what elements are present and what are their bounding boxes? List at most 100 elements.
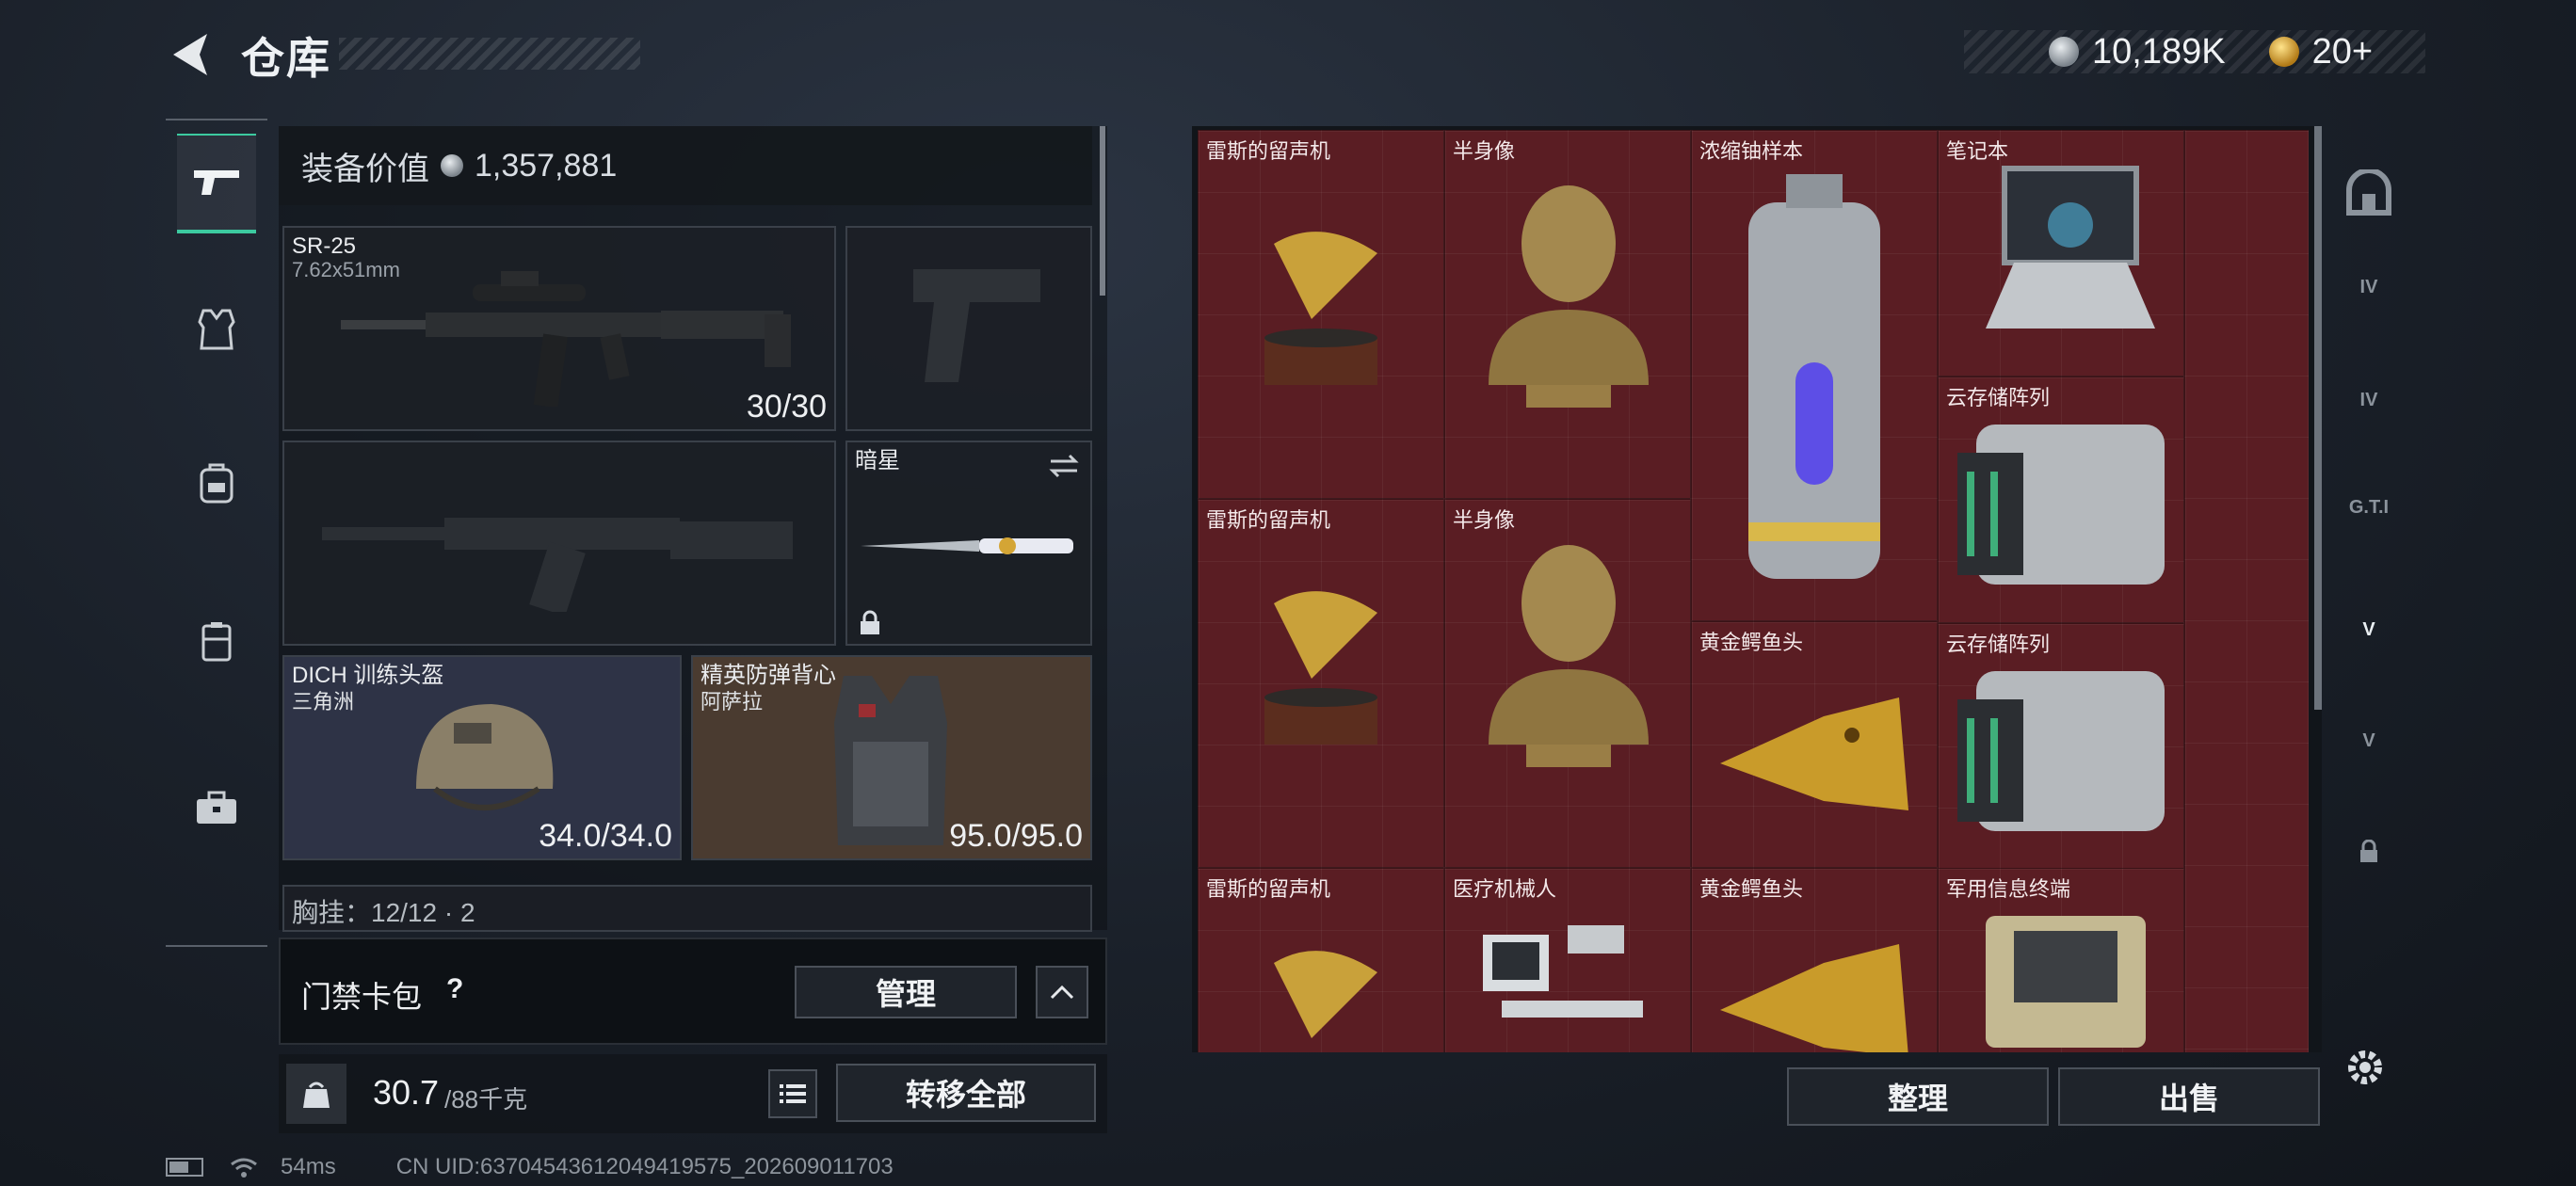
- tab-gti[interactable]: G.T.I: [2331, 465, 2407, 550]
- tab-label: V: [2362, 618, 2375, 640]
- storage-array-icon: [1957, 671, 2165, 831]
- equipment-value-bar: 装备价值 1,357,881: [279, 126, 1092, 205]
- storage-array-icon: [1957, 425, 2165, 585]
- silver-coin-icon: [2049, 37, 2079, 67]
- item-label: 黄金鳄鱼头: [1699, 631, 1804, 654]
- nav-armor[interactable]: [177, 282, 256, 377]
- stash-empty-space[interactable]: [2184, 130, 2309, 1052]
- item-label: 黄金鳄鱼头: [1699, 877, 1804, 901]
- tab-label: V: [2362, 729, 2375, 751]
- currency-secondary[interactable]: 20+: [2312, 32, 2373, 72]
- sell-button[interactable]: 出售: [2058, 1067, 2320, 1126]
- stash-item[interactable]: 笔记本: [1938, 130, 2184, 377]
- toolbox-icon: [197, 791, 236, 824]
- uranium-canister-icon: [1748, 174, 1880, 579]
- back-arrow-icon: [173, 34, 207, 75]
- tab-level-iv-b[interactable]: IV: [2331, 358, 2407, 442]
- page-title: 仓库: [241, 34, 331, 83]
- pistol-silhouette-icon: [913, 269, 1040, 382]
- weight-current: 30.7: [373, 1073, 440, 1112]
- tab-label: IV: [2359, 389, 2378, 410]
- stash-item[interactable]: 医疗机械人: [1444, 868, 1691, 1052]
- tab-level-v-a[interactable]: V: [2331, 587, 2407, 672]
- bust-icon: [1489, 185, 1649, 408]
- gramophone-icon: [1264, 232, 1377, 385]
- weight-bar: 30.7 /88千克 转移全部: [279, 1054, 1107, 1133]
- kettlebell-icon: [303, 1082, 330, 1108]
- back-button[interactable]: [166, 28, 218, 81]
- primary-weapon-slot[interactable]: SR-25 7.62x51mm 30/30: [282, 226, 836, 431]
- knife-icon: [861, 537, 1073, 554]
- weight-max: /88千克: [444, 1085, 528, 1114]
- melee-name: 暗星: [855, 448, 900, 473]
- equipment-value: 1,357,881: [475, 147, 618, 184]
- stash-item[interactable]: 军用信息终端: [1938, 868, 2184, 1052]
- item-label: 云存储阵列: [1946, 386, 2051, 409]
- item-label: 雷斯的留声机: [1206, 877, 1331, 901]
- tab-level-v-b[interactable]: V: [2331, 698, 2407, 783]
- item-label: 医疗机械人: [1453, 877, 1557, 901]
- armor-slot[interactable]: 精英防弹背心 阿萨拉 95.0/95.0: [691, 655, 1092, 860]
- lock-icon: [861, 610, 879, 634]
- tab-label: G.T.I: [2348, 496, 2390, 518]
- stash-item[interactable]: 雷斯的留声机: [1198, 130, 1444, 499]
- stash-item[interactable]: 雷斯的留声机: [1198, 868, 1444, 1052]
- bust-icon: [1489, 545, 1649, 767]
- stash-item[interactable]: 黄金鳄鱼头: [1691, 621, 1938, 868]
- equipment-scrollbar[interactable]: [1100, 126, 1105, 296]
- wifi-icon: [231, 1158, 257, 1178]
- transfer-all-button[interactable]: 转移全部: [836, 1064, 1096, 1122]
- sr25-rifle-icon: [341, 271, 791, 407]
- silver-coin-icon: [441, 154, 463, 177]
- stash-item[interactable]: 雷斯的留声机: [1198, 499, 1444, 868]
- chevron-up-icon: [1050, 985, 1074, 1000]
- nav-backpack[interactable]: [177, 437, 256, 531]
- stash-tab-nav: IV IV G.T.I V V: [2331, 132, 2407, 979]
- swap-icon[interactable]: [1047, 452, 1081, 480]
- chest-rig-slot[interactable]: 胸挂：12/12 · 2: [282, 885, 1092, 932]
- list-view-button[interactable]: [768, 1069, 817, 1118]
- armor-sub: 阿萨拉: [700, 690, 764, 713]
- armor-vest-icon: [834, 676, 947, 845]
- secondary-weapon-slot[interactable]: [282, 441, 836, 646]
- stash-item[interactable]: 浓缩铀样本: [1691, 130, 1938, 621]
- nav-weapons[interactable]: [177, 134, 256, 233]
- laptop-icon: [1986, 166, 2155, 329]
- melee-slot[interactable]: 暗星: [845, 441, 1092, 646]
- manage-button[interactable]: 管理: [795, 966, 1017, 1018]
- medical-robot-icon: [1483, 925, 1643, 1018]
- sort-button[interactable]: 整理: [1787, 1067, 2049, 1126]
- uid-text: CN UID:6370454361204941957​5_20260901170…: [395, 1154, 894, 1179]
- nav-chest-rig[interactable]: [177, 595, 256, 689]
- list-icon: [780, 1084, 806, 1103]
- help-icon[interactable]: ?: [446, 973, 463, 1005]
- tab-backpack[interactable]: [2331, 151, 2407, 235]
- stash-item[interactable]: 云存储阵列: [1938, 377, 2184, 623]
- lock-icon: [2360, 840, 2377, 862]
- ping-text: 54ms: [281, 1154, 336, 1179]
- item-label: 军用信息终端: [1946, 877, 2071, 901]
- tab-level-iv-a[interactable]: IV: [2331, 245, 2407, 329]
- weight-icon-box: [286, 1064, 346, 1124]
- stash-item[interactable]: 黄金鳄鱼头: [1691, 868, 1938, 1052]
- tab-label: IV: [2359, 276, 2378, 297]
- vest-icon: [198, 309, 235, 350]
- pistol-icon: [194, 170, 239, 195]
- helmet-slot[interactable]: DICH 训练头盔 三角洲 34.0/34.0: [282, 655, 682, 860]
- currency-bar: 10,189K 20+: [1964, 30, 2425, 73]
- weapon-ammo-count: 30/30: [746, 389, 827, 425]
- gold-coin-icon: [2268, 37, 2299, 67]
- helmet-durability: 34.0/34.0: [539, 818, 672, 854]
- tab-locked[interactable]: [2331, 809, 2407, 894]
- stash-item[interactable]: 半身像: [1444, 130, 1691, 499]
- gold-crocodile-head-icon: [1720, 697, 1908, 810]
- stash-item[interactable]: 半身像: [1444, 499, 1691, 868]
- sidearm-slot[interactable]: [845, 226, 1092, 431]
- settings-button[interactable]: [2344, 1047, 2386, 1088]
- gramophone-icon: [1264, 591, 1377, 745]
- stash-scrollbar[interactable]: [2314, 126, 2322, 710]
- nav-toolbox[interactable]: [177, 761, 256, 855]
- stash-item[interactable]: 云存储阵列: [1938, 623, 2184, 870]
- collapse-button[interactable]: [1036, 966, 1088, 1018]
- backpack-icon: [200, 463, 233, 504]
